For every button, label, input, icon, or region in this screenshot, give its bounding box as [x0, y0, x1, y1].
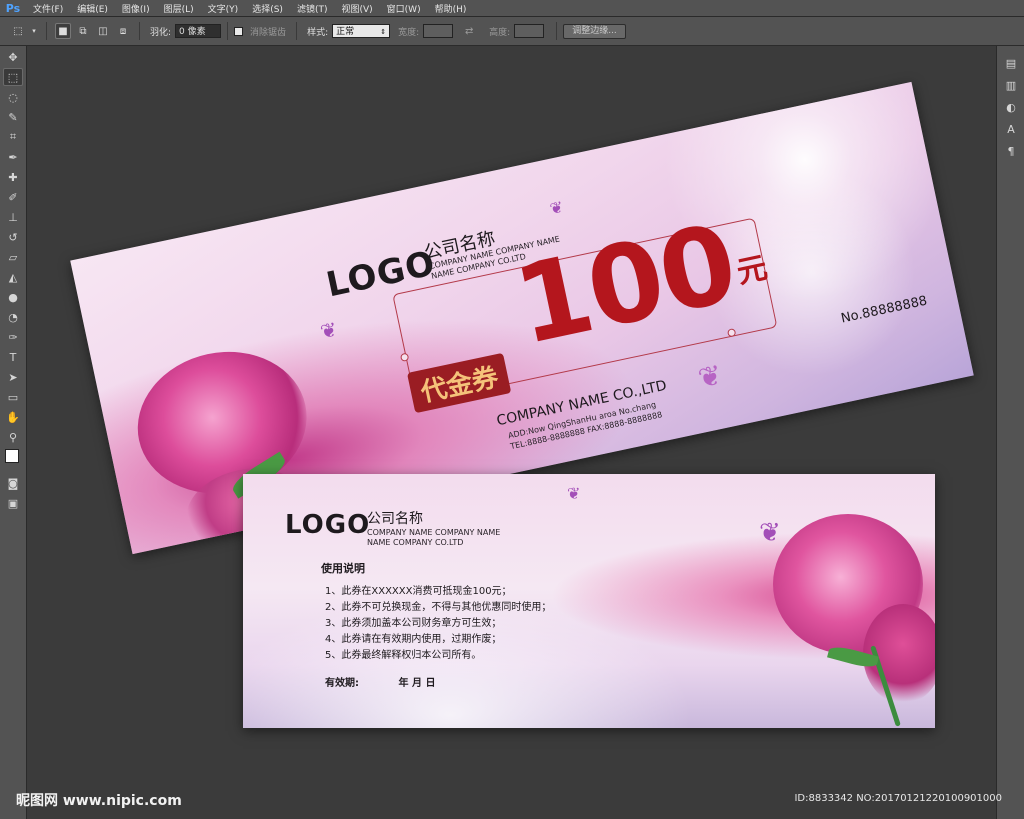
- height-label: 高度:: [489, 27, 511, 38]
- validity-label: 有效期:: [325, 678, 359, 689]
- butterfly-icon: ❦: [548, 197, 566, 219]
- usage-rule: 2、此券不可兑换现金，不得与其他优惠同时使用；: [325, 602, 552, 613]
- dodge-tool-icon[interactable]: ◔: [3, 308, 23, 326]
- usage-rule: 5、此券最终解释权归本公司所有。: [325, 650, 482, 661]
- antialias-checkbox[interactable]: [234, 26, 244, 36]
- antialias-label: 消除锯齿: [250, 27, 287, 38]
- watermark-id: ID:8833342 NO:20170121220100901000: [794, 793, 1002, 804]
- options-bar: ⬚ ▾ ■ ⧉ ◫ ⧈ 羽化: 0 像素 消除锯齿 样式: 正常 ⇕ 宽度: ⇄…: [0, 17, 1024, 46]
- validity-date: 年 月 日: [398, 678, 436, 689]
- zoom-tool-icon[interactable]: ⚲: [3, 428, 23, 446]
- width-label: 宽度:: [398, 27, 420, 38]
- healing-brush-tool-icon[interactable]: ✚: [3, 168, 23, 186]
- butterfly-icon: ❦: [759, 518, 781, 548]
- swap-icon[interactable]: ⇄: [461, 23, 477, 39]
- serial-number: No.88888888: [839, 293, 929, 327]
- style-select[interactable]: 正常 ⇕: [332, 24, 391, 38]
- menu-layer[interactable]: 图层(L): [157, 2, 201, 15]
- divider: [139, 22, 140, 40]
- character-panel-icon[interactable]: A: [1002, 120, 1020, 138]
- watermark-site: 昵图网 www.nipic.com: [16, 793, 182, 809]
- rect-marquee-tool-icon[interactable]: ⬚: [3, 68, 23, 86]
- eraser-tool-icon[interactable]: ▱: [3, 248, 23, 266]
- foreground-color-swatch[interactable]: [5, 449, 19, 463]
- divider: [296, 22, 298, 40]
- logo-text: LOGO: [285, 510, 371, 540]
- menu-type[interactable]: 文字(Y): [201, 2, 246, 15]
- style-select-value: 正常: [336, 27, 355, 37]
- quick-mask-icon[interactable]: ◙: [3, 474, 23, 492]
- crop-tool-icon[interactable]: ⌗: [3, 128, 23, 146]
- select-arrows-icon: ⇕: [380, 28, 387, 36]
- style-label: 样式:: [307, 27, 329, 38]
- adjustments-panel-icon[interactable]: ◐: [1002, 98, 1020, 116]
- pen-tool-icon[interactable]: ✑: [3, 328, 23, 346]
- paragraph-panel-icon[interactable]: ¶: [1002, 142, 1020, 160]
- tools-panel: ✥ ⬚ ◌ ✎ ⌗ ✒ ✚ ✐ ⊥ ↺ ▱ ◭ ● ◔ ✑ T ➤ ▭ ✋ ⚲ …: [0, 46, 27, 819]
- history-brush-tool-icon[interactable]: ↺: [3, 228, 23, 246]
- menu-filter[interactable]: 滤镜(T): [290, 2, 335, 15]
- type-tool-icon[interactable]: T: [3, 348, 23, 366]
- butterfly-icon: ❦: [567, 484, 581, 503]
- properties-panel-icon[interactable]: ▥: [1002, 76, 1020, 94]
- menu-help[interactable]: 帮助(H): [428, 2, 474, 15]
- feather-input[interactable]: 0 像素: [175, 24, 222, 38]
- usage-rule: 3、此券须加盖本公司财务章方可生效；: [325, 618, 502, 629]
- voucher-back-card: ❦ ❦ LOGO 公司名称 COMPANY NAME COMPANY NAME …: [243, 474, 935, 728]
- photoshop-logo-icon: Ps: [5, 1, 21, 15]
- blur-tool-icon[interactable]: ●: [3, 288, 23, 306]
- height-input[interactable]: [514, 24, 545, 38]
- menu-select[interactable]: 选择(S): [245, 2, 290, 15]
- company-name-en-line1: COMPANY NAME COMPANY NAME: [367, 528, 501, 537]
- panel-dock: ▤ ▥ ◐ A ¶: [996, 46, 1024, 819]
- intersect-selection-icon[interactable]: ⧈: [115, 23, 131, 39]
- company-name-cn: 公司名称: [367, 511, 423, 527]
- add-to-selection-icon[interactable]: ⧉: [75, 23, 91, 39]
- eyedropper-tool-icon[interactable]: ✒: [3, 148, 23, 166]
- move-tool-icon[interactable]: ✥: [3, 48, 23, 66]
- screen-mode-icon[interactable]: ▣: [3, 494, 23, 512]
- width-input[interactable]: [423, 24, 454, 38]
- path-select-tool-icon[interactable]: ➤: [3, 368, 23, 386]
- quick-select-tool-icon[interactable]: ✎: [3, 108, 23, 126]
- validity-line: 有效期: 年 月 日: [325, 674, 435, 689]
- history-panel-icon[interactable]: ▤: [1002, 54, 1020, 72]
- usage-rule: 1、此券在XXXXXX消费可抵现金100元；: [325, 586, 512, 597]
- paint-bucket-tool-icon[interactable]: ◭: [3, 268, 23, 286]
- lasso-tool-icon[interactable]: ◌: [3, 88, 23, 106]
- color-swatches[interactable]: [3, 448, 24, 472]
- usage-title: 使用说明: [321, 562, 365, 575]
- menu-window[interactable]: 窗口(W): [380, 2, 428, 15]
- shape-tool-icon[interactable]: ▭: [3, 388, 23, 406]
- butterfly-icon: ❦: [318, 316, 340, 344]
- clone-stamp-tool-icon[interactable]: ⊥: [3, 208, 23, 226]
- chevron-down-icon[interactable]: ▾: [30, 23, 38, 39]
- menu-file[interactable]: 文件(F): [26, 2, 70, 15]
- divider: [227, 22, 229, 40]
- feather-label: 羽化:: [150, 27, 172, 38]
- company-name-en-line2: NAME COMPANY CO.LTD: [367, 538, 464, 547]
- marquee-preset-icon[interactable]: ⬚: [10, 23, 26, 39]
- new-selection-icon[interactable]: ■: [55, 23, 71, 39]
- menu-bar: Ps 文件(F) 编辑(E) 图像(I) 图层(L) 文字(Y) 选择(S) 滤…: [0, 0, 1024, 17]
- subtract-from-selection-icon[interactable]: ◫: [95, 23, 111, 39]
- menu-edit[interactable]: 编辑(E): [70, 2, 115, 15]
- divider: [46, 22, 47, 40]
- menu-view[interactable]: 视图(V): [334, 2, 379, 15]
- menu-image[interactable]: 图像(I): [115, 2, 157, 15]
- brush-tool-icon[interactable]: ✐: [3, 188, 23, 206]
- butterfly-icon: ❦: [695, 358, 725, 396]
- hand-tool-icon[interactable]: ✋: [3, 408, 23, 426]
- usage-rule: 4、此券请在有效期内使用，过期作废；: [325, 634, 502, 645]
- divider: [556, 22, 558, 40]
- refine-edge-button[interactable]: 调整边缘...: [563, 23, 626, 39]
